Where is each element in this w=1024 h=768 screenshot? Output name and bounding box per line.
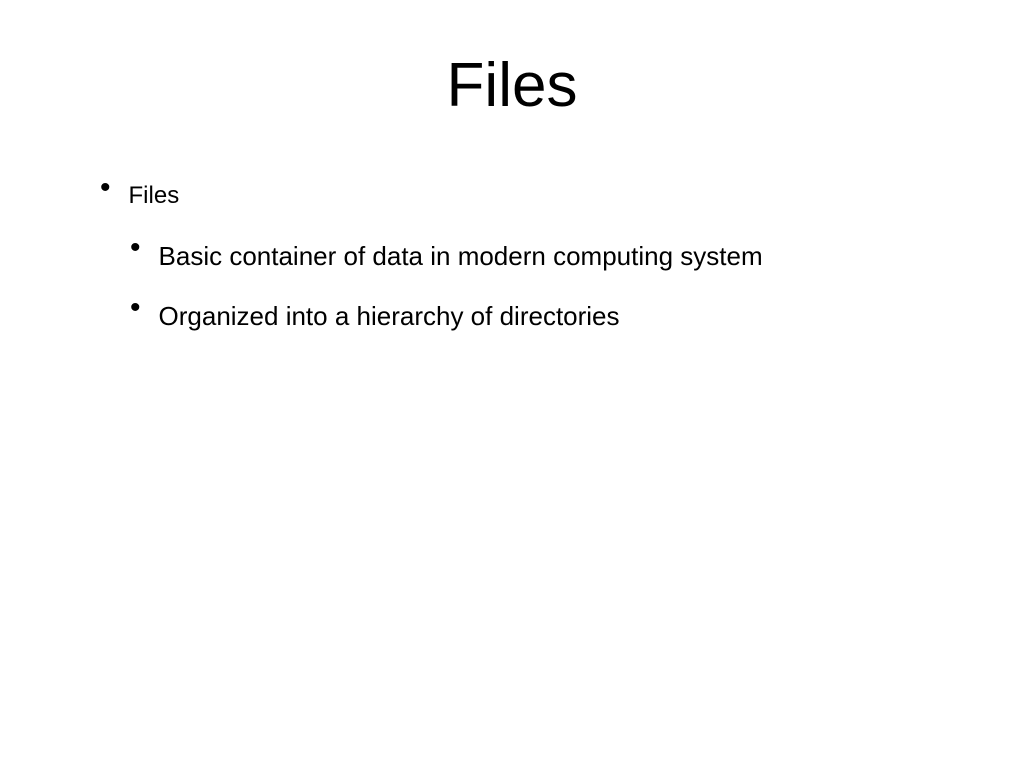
bullet-list-level2: • Basic container of data in modern comp… bbox=[60, 236, 964, 334]
bullet-text: Basic container of data in modern comput… bbox=[159, 236, 763, 274]
slide-container: Files • Files • Basic container of data … bbox=[0, 0, 1024, 768]
list-item: • Organized into a hierarchy of director… bbox=[130, 296, 964, 334]
list-item: • Basic container of data in modern comp… bbox=[130, 236, 964, 274]
bullet-text: Files bbox=[129, 176, 180, 211]
bullet-icon: • bbox=[130, 236, 141, 260]
list-item: • Files bbox=[100, 176, 964, 211]
slide-title: Files bbox=[60, 50, 964, 121]
bullet-list-level1: • Files bbox=[60, 176, 964, 211]
bullet-icon: • bbox=[130, 296, 141, 320]
bullet-text: Organized into a hierarchy of directorie… bbox=[159, 296, 620, 334]
bullet-icon: • bbox=[100, 176, 111, 200]
